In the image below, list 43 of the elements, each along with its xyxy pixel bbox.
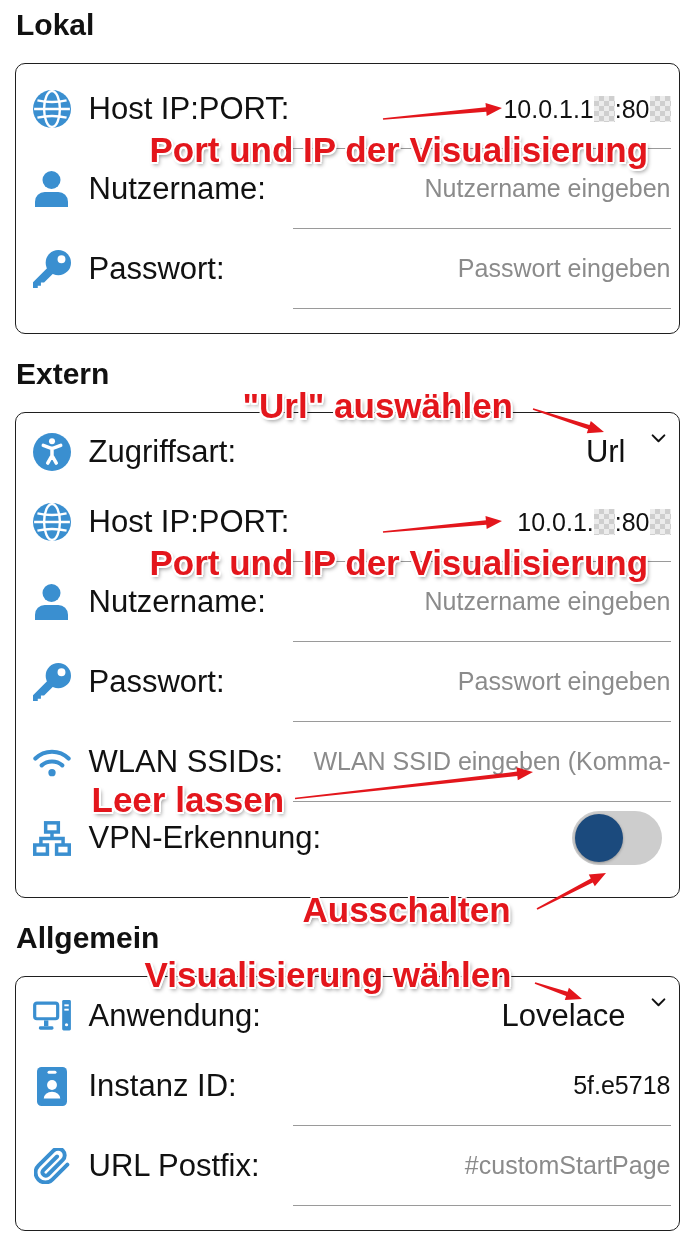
annotation-label: Ausschalten: [302, 890, 511, 929]
section-heading: Lokal: [16, 7, 96, 43]
password-field[interactable]: Passwort eingeben: [292, 243, 671, 309]
access-type-select[interactable]: Url: [585, 434, 666, 470]
instance-id-field[interactable]: 5f.e5718: [292, 1060, 671, 1126]
key-icon: [32, 663, 71, 701]
globe-icon: [32, 503, 71, 541]
field-label: Passwort:: [88, 251, 226, 287]
field-label: VPN-Erkennung:: [88, 820, 322, 856]
user-icon: [35, 584, 68, 620]
pixelated-block: [649, 95, 671, 122]
url-postfix-field[interactable]: #customStartPage: [292, 1140, 671, 1206]
field-label: Host IP:PORT:: [88, 504, 291, 540]
field-label: Zugriffsart:: [88, 434, 238, 470]
field-label: Anwendung:: [88, 998, 262, 1034]
field-label: WLAN SSIDs:: [88, 744, 285, 780]
pixelated-block: [593, 95, 615, 122]
section-heading: Allgemein: [16, 920, 161, 956]
application-select[interactable]: Lovelace: [501, 998, 666, 1034]
desktop-computer-icon: [32, 1000, 71, 1032]
key-icon: [32, 250, 71, 288]
field-label: URL Postfix:: [88, 1148, 261, 1184]
pixelated-block: [649, 508, 671, 535]
wifi-icon: [32, 747, 71, 777]
user-icon: [35, 171, 68, 207]
accessibility-icon: [32, 433, 71, 471]
field-label: Nutzername:: [88, 584, 267, 620]
chevron-down-icon: [650, 998, 666, 1007]
globe-icon: [32, 90, 71, 128]
vpn-toggle[interactable]: [571, 811, 662, 865]
field-label: Host IP:PORT:: [88, 91, 291, 127]
network-icon: [32, 820, 71, 856]
field-label: Nutzername:: [88, 171, 267, 207]
annotation-label: Leer lassen: [91, 780, 285, 819]
id-badge-icon: [36, 1066, 67, 1106]
field-label: Instanz ID:: [88, 1068, 238, 1104]
ssid-field[interactable]: WLAN SSID eingeben (Komma-: [292, 736, 671, 802]
section-heading: Extern: [16, 356, 111, 392]
paperclip-icon: [33, 1148, 70, 1184]
password-field[interactable]: Passwort eingeben: [292, 656, 671, 722]
chevron-down-icon: [650, 434, 666, 443]
field-label: Passwort:: [88, 664, 226, 700]
pixelated-block: [593, 508, 615, 535]
